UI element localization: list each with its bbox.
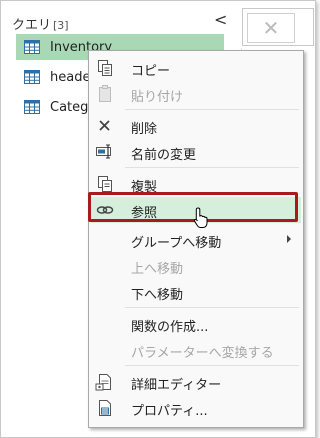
- queries-count: [3]: [53, 19, 69, 32]
- table-icon: [24, 40, 40, 54]
- menu-item-label: コピー: [131, 64, 171, 79]
- menu-item-rename[interactable]: 名前の変更: [91, 139, 301, 165]
- collapse-pane-button[interactable]: <: [214, 10, 227, 29]
- menu-item-delete[interactable]: 削除: [91, 113, 301, 139]
- menu-item-label: 上へ移動: [131, 262, 184, 277]
- menu-item-move-down[interactable]: 下へ移動: [91, 279, 301, 305]
- menu-item-paste[interactable]: 貼り付け: [91, 81, 301, 107]
- query-label: heade: [50, 69, 91, 85]
- menu-item-move-to-group[interactable]: グループへ移動: [91, 227, 301, 253]
- table-icon: [24, 100, 40, 114]
- menu-separator: [125, 307, 299, 308]
- menu-separator: [125, 167, 299, 168]
- table-icon: [24, 70, 40, 84]
- menu-item-move-up[interactable]: 上へ移動: [91, 253, 301, 279]
- queries-header: クエリ [3]: [12, 14, 69, 33]
- delete-icon: [99, 120, 110, 131]
- menu-separator: [125, 109, 299, 110]
- menu-item-convert-to-parameter[interactable]: パラメーターへ変換する: [91, 337, 301, 363]
- menu-item-properties[interactable]: プロパティ...: [91, 395, 301, 421]
- menu-item-label: プロパティ...: [131, 404, 208, 419]
- properties-icon: [99, 400, 111, 416]
- menu-item-label: 詳細エディター: [131, 378, 222, 393]
- menu-item-label: 名前の変更: [131, 148, 197, 163]
- mouse-cursor-icon: [193, 207, 208, 228]
- query-item-header[interactable]: heade: [16, 64, 96, 90]
- menu-item-label: 削除: [131, 122, 158, 137]
- menu-item-copy[interactable]: コピー: [91, 55, 301, 81]
- menu-item-label: 関数の作成...: [131, 320, 209, 335]
- chevron-left-icon: <: [214, 10, 228, 29]
- queries-header-label: クエリ: [12, 18, 52, 33]
- copy-icon: [98, 60, 112, 76]
- preview-panel: ✕: [242, 8, 314, 46]
- menu-item-label: パラメーターへ変換する: [131, 346, 274, 361]
- query-label: Categ: [50, 99, 89, 115]
- query-item-category[interactable]: Categ: [16, 94, 96, 120]
- paste-icon: [99, 85, 111, 102]
- menu-item-label: 貼り付け: [131, 90, 184, 105]
- advanced-editor-icon: [95, 374, 111, 391]
- duplicate-icon: [98, 176, 112, 192]
- menu-item-create-function[interactable]: 関数の作成...: [91, 311, 301, 337]
- submenu-arrow-icon: [287, 235, 291, 243]
- rename-icon: [96, 144, 111, 159]
- menu-item-advanced-editor[interactable]: 詳細エディター: [91, 369, 301, 395]
- menu-separator: [125, 365, 299, 366]
- context-menu: コピー 貼り付け 削除 名前の変更 複製 参照 グループへ移動 上へ移動 下へ移…: [88, 50, 304, 428]
- menu-item-label: 下へ移動: [131, 288, 184, 303]
- close-icon[interactable]: ✕: [247, 13, 295, 43]
- menu-item-label: グループへ移動: [131, 236, 222, 251]
